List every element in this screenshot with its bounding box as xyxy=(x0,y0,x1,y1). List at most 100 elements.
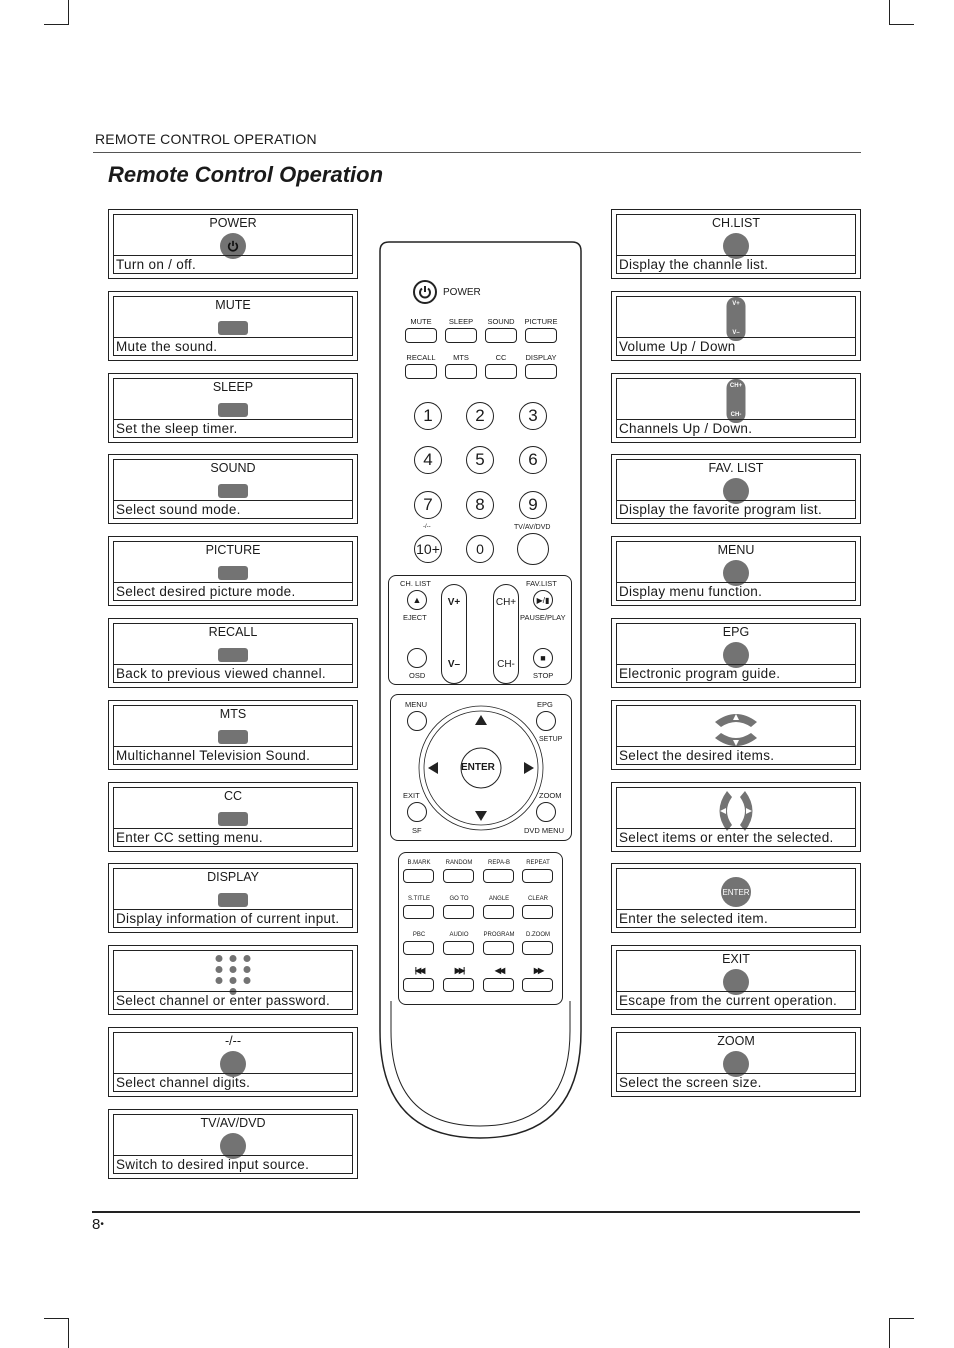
remote-clear-button[interactable] xyxy=(522,905,553,919)
remote-recall-button[interactable] xyxy=(405,364,437,379)
keypad-dot xyxy=(229,966,237,974)
button-description-card: V+ V– Volume Up / Down xyxy=(611,290,861,361)
remote-chlist-eject-button[interactable]: ▲ xyxy=(407,590,427,610)
remote-program-button[interactable] xyxy=(483,941,514,955)
dvd-random-label: RANDOM xyxy=(445,860,473,866)
remote-enter-button[interactable]: ENTER xyxy=(461,762,495,773)
section-label: REMOTE CONTROL OPERATION xyxy=(95,131,317,147)
remote-10plus-button[interactable]: 10+ xyxy=(414,535,442,563)
remote-digit-6-button[interactable]: 6 xyxy=(519,446,547,474)
remote-pbc-button[interactable] xyxy=(403,941,434,955)
remote-dzoom-button[interactable] xyxy=(522,941,553,955)
remote-transport-button[interactable] xyxy=(522,978,553,992)
remote-osd-button[interactable] xyxy=(407,648,427,668)
remote-power-button[interactable] xyxy=(413,280,437,304)
remote-digit-1-button[interactable]: 1 xyxy=(414,402,442,430)
menu-label: MENU xyxy=(405,700,428,709)
pauseplay-label: PAUSE/PLAY xyxy=(520,613,566,622)
remote-bmark-button[interactable] xyxy=(403,869,434,883)
remote-digit-2-button[interactable]: 2 xyxy=(466,402,494,430)
remote-picture-button[interactable] xyxy=(525,328,557,343)
remote-sleep-button[interactable] xyxy=(445,328,477,343)
tvavdvd-label: TV/AV/DVD xyxy=(514,524,551,531)
dvd-dzoom-label: D.ZOOM xyxy=(526,932,550,938)
card-frame: V+ V– Volume Up / Down xyxy=(616,295,856,356)
remote-repab-button[interactable] xyxy=(483,869,514,883)
remote-digit-3-button[interactable]: 3 xyxy=(519,402,547,430)
remote-favlist-pauseplay-button[interactable]: ▶/▮ xyxy=(533,590,553,610)
remote-digit-8-button[interactable]: 8 xyxy=(466,491,494,519)
button-description-card: CC Enter CC setting menu. xyxy=(108,781,358,852)
button-description-card: -/-- Select channel digits. xyxy=(108,1027,358,1097)
button-description-card: ZOOM Select the screen size. xyxy=(611,1027,861,1097)
remote-audio-button[interactable] xyxy=(443,941,474,955)
remote-transport-button[interactable] xyxy=(403,978,434,992)
page-title: Remote Control Operation xyxy=(108,162,384,187)
remote-digit-4-button[interactable]: 4 xyxy=(414,446,442,474)
remote-cc-button[interactable] xyxy=(485,364,517,379)
stop-label: STOP xyxy=(533,671,554,680)
button-description: Select channel digits. xyxy=(114,1073,352,1091)
dvd-goto-label: GO TO xyxy=(449,896,469,902)
card-frame: FAV. LIST Display the favorite program l… xyxy=(616,459,856,520)
button-name: CC xyxy=(223,788,243,803)
remote-exit-button[interactable] xyxy=(407,802,427,822)
remote-display-button[interactable] xyxy=(525,364,557,379)
dvd-stitle-label: S.TITLE xyxy=(407,896,430,902)
button-description-card: FAV. LIST Display the favorite program l… xyxy=(611,454,861,525)
keypad-dot xyxy=(243,977,251,985)
remote-zoom-button[interactable] xyxy=(536,802,556,822)
remote-channel-rocker[interactable]: CH+ CH- xyxy=(493,584,519,684)
page-number: 8• xyxy=(92,1216,104,1233)
remote-angle-button[interactable] xyxy=(483,905,514,919)
favlist-label: FAV.LIST xyxy=(526,579,557,588)
card-frame: POWER Turn on / off. xyxy=(113,214,353,274)
remote-sound-button[interactable] xyxy=(485,328,517,343)
remote-epg-button[interactable] xyxy=(536,711,556,731)
remote-random-button[interactable] xyxy=(443,869,474,883)
remote-transport-button[interactable] xyxy=(443,978,474,992)
card-frame: MTS Multichannel Television Sound. xyxy=(113,704,353,765)
remote-volume-rocker[interactable]: V+ V– xyxy=(441,584,467,684)
button-description-card: Select the desired items. xyxy=(611,699,861,770)
button-description: Select items or enter the selected. xyxy=(617,827,855,846)
remote-mute-button[interactable] xyxy=(405,328,437,343)
button-description: Select the desired items. xyxy=(617,745,855,764)
remote-transport-button[interactable] xyxy=(483,978,514,992)
crop-mark xyxy=(44,24,69,25)
remote-digit-7-button[interactable]: 7 xyxy=(414,491,442,519)
crop-mark xyxy=(889,24,914,25)
remote-stop-button[interactable]: ■ xyxy=(533,648,553,668)
power-icon xyxy=(419,286,431,299)
button-description-card: SLEEP Set the sleep timer. xyxy=(108,372,358,443)
setup-label: SETUP xyxy=(539,736,563,743)
remote-repeat-button[interactable] xyxy=(522,869,553,883)
remote-digit-0-button[interactable]: 0 xyxy=(466,535,494,563)
remote-mts-button[interactable] xyxy=(445,364,477,379)
button-description: Enter CC setting menu. xyxy=(114,827,352,846)
navigation-panel: ENTER MENU EPG SETUP EXIT SF ZOOM DVD ME… xyxy=(390,694,572,841)
card-frame: MUTE Mute the sound. xyxy=(113,295,353,356)
remote-digit-9-button[interactable]: 9 xyxy=(519,491,547,519)
button-description: Enter the selected item. xyxy=(617,909,855,927)
card-frame: Select items or enter the selected. xyxy=(616,786,856,847)
remote-goto-button[interactable] xyxy=(443,905,474,919)
osd-label: OSD xyxy=(409,671,426,680)
card-frame: RECALL Back to previous viewed channel. xyxy=(113,623,353,683)
remote-picture-label: PICTURE xyxy=(524,317,558,326)
remote-recall-label: RECALL xyxy=(406,353,436,362)
rect-button-icon xyxy=(218,893,248,908)
rect-button-icon xyxy=(218,811,248,826)
vplus-label: V+ xyxy=(447,597,461,608)
remote-menu-button[interactable] xyxy=(407,711,427,731)
remote-stitle-button[interactable] xyxy=(403,905,434,919)
remote-cc-label: CC xyxy=(495,353,507,362)
remote-tvavdvd-button[interactable] xyxy=(517,533,549,565)
card-frame: CH.LIST Display the channle list. xyxy=(616,214,856,274)
button-name: SLEEP xyxy=(212,379,254,394)
remote-digit-5-button[interactable]: 5 xyxy=(466,446,494,474)
button-description-card: DISPLAY Display information of current i… xyxy=(108,863,358,934)
button-name: SOUND xyxy=(210,461,256,476)
chplus-label: CH+ xyxy=(495,597,517,608)
chminus-label: CH- xyxy=(497,659,515,670)
